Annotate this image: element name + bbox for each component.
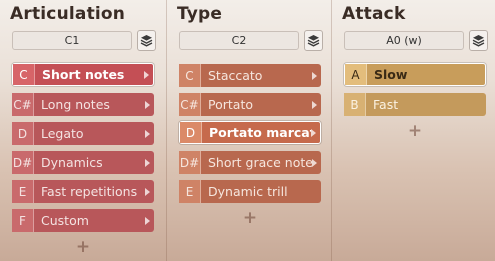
- type-title: Type: [177, 4, 223, 24]
- item-key: E: [179, 180, 201, 203]
- attack-item-slow[interactable]: A Slow: [344, 63, 486, 86]
- item-label: Fast repetitions: [41, 184, 138, 199]
- item-key: C: [179, 64, 201, 87]
- articulation-item-custom[interactable]: F Custom: [12, 209, 154, 232]
- add-articulation-button[interactable]: +: [73, 237, 93, 257]
- item-label: Short notes: [42, 67, 125, 82]
- type-column: Type C2 C Staccato C# Portato D Portato …: [166, 0, 330, 261]
- articulation-item-dynamics[interactable]: D# Dynamics: [12, 151, 154, 174]
- item-label: Legato: [41, 126, 84, 141]
- item-key: D#: [12, 151, 34, 174]
- item-key: C: [13, 64, 35, 85]
- articulation-selector[interactable]: C1: [12, 31, 132, 50]
- layers-icon: [140, 35, 153, 47]
- type-item-short-grace-note[interactable]: D# Short grace note: [179, 151, 321, 174]
- articulation-item-short-notes[interactable]: C Short notes: [12, 63, 154, 86]
- layers-icon: [307, 35, 320, 47]
- articulation-item-fast-repetitions[interactable]: E Fast repetitions: [12, 180, 154, 203]
- articulation-title: Articulation: [10, 4, 126, 24]
- item-key: D: [180, 122, 202, 143]
- attack-item-fast[interactable]: B Fast: [344, 93, 486, 116]
- item-label: Fast: [373, 97, 399, 112]
- item-label: Custom: [41, 213, 89, 228]
- attack-layers-button[interactable]: [469, 30, 488, 51]
- chevron-right-icon: [145, 216, 150, 225]
- item-label: Dynamic trill: [208, 184, 288, 199]
- articulation-item-long-notes[interactable]: C# Long notes: [12, 93, 154, 116]
- chevron-right-icon: [312, 71, 317, 80]
- chevron-right-icon: [312, 100, 317, 109]
- add-type-button[interactable]: +: [240, 208, 260, 228]
- articulation-column: Articulation C1 C Short notes C# Long no…: [0, 0, 164, 261]
- add-attack-button[interactable]: +: [405, 121, 425, 141]
- chevron-right-icon: [311, 128, 316, 137]
- item-label: Staccato: [208, 68, 263, 83]
- attack-selector[interactable]: A0 (w): [344, 31, 464, 50]
- item-key: A: [345, 64, 367, 85]
- type-item-dynamic-trill[interactable]: E Dynamic trill: [179, 180, 321, 203]
- chevron-right-icon: [145, 129, 150, 138]
- chevron-right-icon: [312, 158, 317, 167]
- attack-title: Attack: [342, 4, 406, 24]
- type-layers-button[interactable]: [304, 30, 323, 51]
- type-item-portato[interactable]: C# Portato: [179, 93, 321, 116]
- item-label: Long notes: [41, 97, 110, 112]
- item-key: D#: [179, 151, 201, 174]
- item-key: F: [12, 209, 34, 232]
- item-key: C#: [12, 93, 34, 116]
- type-item-portato-marcato[interactable]: D Portato marcato: [179, 121, 321, 144]
- item-label: Portato: [208, 97, 253, 112]
- item-key: C#: [179, 93, 201, 116]
- type-item-staccato[interactable]: C Staccato: [179, 64, 321, 87]
- articulation-layers-button[interactable]: [137, 30, 156, 51]
- type-selector[interactable]: C2: [179, 31, 299, 50]
- item-key: D: [12, 122, 34, 145]
- item-label: Short grace note: [208, 155, 312, 170]
- chevron-right-icon: [145, 100, 150, 109]
- item-key: B: [344, 93, 366, 116]
- attack-column: Attack A0 (w) A Slow B Fast +: [331, 0, 495, 261]
- item-label: Slow: [374, 67, 408, 82]
- articulation-item-legato[interactable]: D Legato: [12, 122, 154, 145]
- chevron-right-icon: [145, 187, 150, 196]
- chevron-right-icon: [144, 70, 149, 79]
- layers-icon: [472, 35, 485, 47]
- item-label: Dynamics: [41, 155, 103, 170]
- item-label: Portato marcato: [209, 125, 311, 140]
- chevron-right-icon: [145, 158, 150, 167]
- item-key: E: [12, 180, 34, 203]
